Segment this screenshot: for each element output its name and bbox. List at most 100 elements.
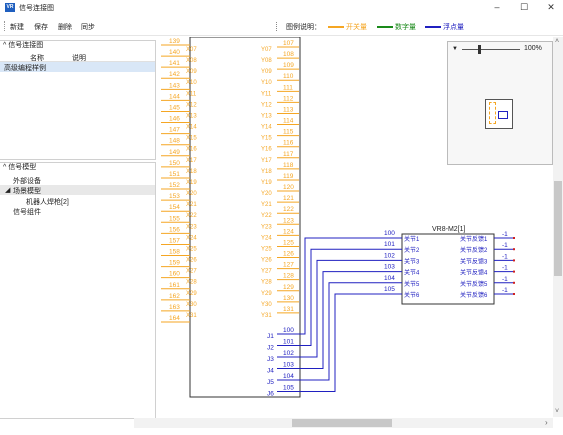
navigator-viewport[interactable] (485, 99, 513, 129)
vr-output-label: 关节反馈5 (460, 280, 488, 288)
left-pin-label: X16 (186, 147, 197, 153)
scroll-up-icon[interactable]: ˄ (555, 38, 559, 45)
left-pin-label: X26 (186, 258, 197, 264)
scroll-right-icon[interactable]: › (545, 418, 548, 427)
j-pin-label: J1 (267, 333, 274, 340)
right-pin-label: Y14 (261, 125, 272, 131)
delete-button[interactable]: 删除 (58, 22, 72, 32)
j-pin-label: J2 (267, 345, 274, 352)
tree-item-scene[interactable]: 场景模型 (13, 186, 41, 196)
vr-output-label: 关节反馈1 (460, 235, 488, 243)
left-pin-number: 156 (169, 226, 180, 233)
save-button[interactable]: 保存 (34, 22, 48, 32)
left-pin-label: X17 (186, 158, 197, 164)
left-pin-number: 142 (169, 71, 180, 78)
right-pin-label: Y18 (261, 169, 272, 175)
vr-output-value: -1 (502, 231, 508, 238)
vr-output-label: 关节反馈6 (460, 291, 488, 299)
right-pin-number: 116 (283, 140, 294, 147)
vr-output-marker (513, 281, 515, 284)
left-pin-label: X30 (186, 302, 197, 308)
right-pin-label: Y15 (261, 136, 272, 142)
vr-output-marker (513, 270, 515, 273)
vr-output-value: -1 (502, 242, 508, 249)
left-pin-label: X13 (186, 113, 197, 119)
minimize-icon[interactable]: – (490, 2, 504, 13)
connection-panel-header[interactable]: ^ 信号连接图 (3, 41, 44, 50)
right-pin-label: Y11 (261, 91, 272, 97)
vr-input-label: 关节2 (404, 246, 420, 254)
collapse-icon[interactable]: ^ (3, 42, 6, 49)
vertical-scroll-thumb[interactable] (554, 181, 562, 276)
right-pin-number: 113 (283, 106, 294, 113)
right-pin-label: Y31 (261, 313, 272, 319)
right-pin-number: 118 (283, 162, 294, 169)
left-pin-label: X20 (186, 191, 197, 197)
left-pin-number: 141 (169, 60, 180, 67)
navigator-menu-icon[interactable]: ▼ (452, 46, 458, 52)
model-panel-header[interactable]: ^ 信号模型 (3, 163, 37, 172)
right-pin-number: 125 (283, 239, 294, 246)
right-pin-label: Y25 (261, 246, 272, 252)
collapse-icon[interactable]: ^ (3, 164, 6, 171)
right-pin-label: Y20 (261, 191, 272, 197)
vr-input-number: 105 (384, 286, 395, 293)
right-pin-number: 123 (283, 217, 294, 224)
model-panel (0, 162, 156, 419)
maximize-icon[interactable]: ☐ (517, 2, 531, 13)
left-pin-label: X18 (186, 169, 197, 175)
window-title: 信号连接图 (19, 5, 54, 12)
left-pin-label: X08 (186, 58, 197, 64)
left-pin-number: 159 (169, 260, 180, 267)
row-name: 高级编程样例 (4, 65, 46, 72)
left-pin-number: 144 (169, 93, 180, 100)
j-pin-number: 104 (283, 373, 294, 380)
zoom-slider-track[interactable] (462, 49, 520, 50)
right-pin-label: Y27 (261, 269, 272, 275)
title-bar (0, 0, 563, 15)
left-pin-label: X07 (186, 47, 197, 53)
legend-switch-line (328, 26, 344, 28)
new-button[interactable]: 新建 (10, 22, 24, 32)
tree-item-robot[interactable]: 机器人焊枪[2] (26, 197, 69, 207)
vr-input-number: 102 (384, 252, 395, 259)
vr-input-label: 关节3 (404, 257, 420, 265)
zoom-slider-handle[interactable] (478, 45, 481, 54)
right-pin-number: 127 (283, 262, 294, 269)
left-pin-number: 140 (169, 49, 180, 56)
left-pin-label: X11 (186, 91, 197, 97)
right-pin-label: Y30 (261, 302, 272, 308)
left-pin-number: 143 (169, 82, 180, 89)
right-pin-number: 111 (283, 84, 293, 91)
left-scroll-arrow[interactable]: ‹ (1, 418, 156, 428)
left-pin-label: X22 (186, 213, 197, 219)
navigator-mini-block (489, 102, 496, 124)
right-pin-number: 126 (283, 251, 294, 258)
close-icon[interactable]: ✕ (544, 2, 558, 13)
vr-input-label: 关节4 (404, 269, 420, 277)
left-pin-number: 149 (169, 149, 180, 156)
left-pin-number: 153 (169, 193, 180, 200)
expand-icon[interactable]: ◢ (5, 186, 10, 194)
right-pin-number: 117 (283, 151, 294, 158)
left-pin-number: 163 (169, 304, 180, 311)
scroll-down-icon[interactable]: ˅ (555, 408, 559, 415)
right-pin-number: 107 (283, 40, 294, 47)
left-pin-label: X31 (186, 313, 197, 319)
sync-button[interactable]: 同步 (81, 22, 95, 32)
tree-item-signal-component[interactable]: 信号组件 (13, 207, 41, 217)
left-pin-label: X23 (186, 224, 197, 230)
right-pin-number: 110 (283, 73, 294, 80)
right-pin-number: 120 (283, 184, 294, 191)
horizontal-scroll-thumb[interactable] (292, 419, 392, 427)
left-pin-label: X24 (186, 235, 197, 241)
left-pin-label: X29 (186, 291, 197, 297)
j-pin-label: J5 (267, 379, 274, 386)
navigator-mini-vr (498, 111, 508, 119)
right-pin-label: Y21 (261, 202, 272, 208)
j-pin-number: 103 (283, 362, 294, 369)
left-pin-number: 146 (169, 116, 180, 123)
vr-output-value: -1 (502, 287, 508, 294)
j-pin-number: 100 (283, 327, 294, 334)
vr-output-marker (513, 293, 515, 295)
